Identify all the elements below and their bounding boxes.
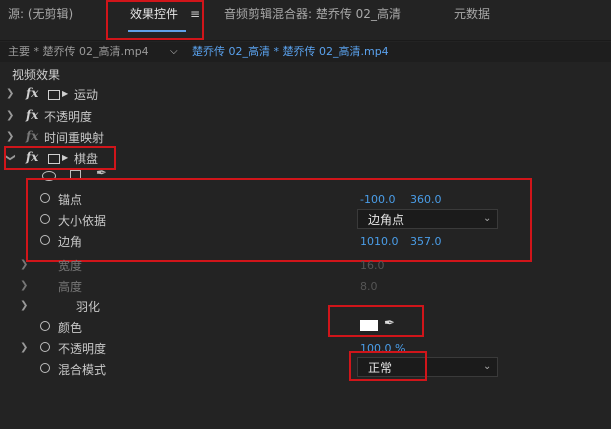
expand-arrow-icon[interactable]: ❯ xyxy=(20,259,28,270)
expand-arrow-icon[interactable]: ❯ xyxy=(6,88,14,99)
fx-toggle-icon[interactable]: fx xyxy=(26,108,38,122)
chevron-down-icon: ⌄ xyxy=(483,361,492,372)
prop-label-width: 宽度 xyxy=(58,259,83,273)
chevron-down-icon[interactable]: ⌵ xyxy=(170,42,178,62)
prop-label-height: 高度 xyxy=(58,280,83,294)
stopwatch-icon[interactable] xyxy=(40,363,50,373)
height-value: 8.0 xyxy=(360,280,378,293)
fx-toggle-icon[interactable]: fx xyxy=(26,86,38,100)
stopwatch-icon[interactable] xyxy=(40,342,50,352)
expand-arrow-icon[interactable]: ❯ xyxy=(20,280,28,291)
master-clip-label[interactable]: 主要 * 楚乔传 02_高清.mp4 xyxy=(8,42,149,62)
mask-rectangle-icon[interactable] xyxy=(48,90,60,100)
highlight-box-properties xyxy=(26,178,532,262)
width-value: 16.0 xyxy=(360,259,385,272)
effect-label-opacity: 不透明度 xyxy=(44,110,93,124)
section-title-video-effects: 视频效果 xyxy=(12,68,61,82)
prop-label-opacity: 不透明度 xyxy=(58,342,107,356)
expand-arrow-icon[interactable]: ❯ xyxy=(6,131,14,142)
expand-arrow-icon[interactable]: ❯ xyxy=(20,300,28,311)
prop-label-feather: 羽化 xyxy=(76,300,101,314)
tab-audio-clip-mixer[interactable]: 音频剪辑混合器: 楚乔传 02_高清 xyxy=(224,0,401,28)
effect-label-time-remap: 时间重映射 xyxy=(44,131,105,145)
highlight-box-blend-mode xyxy=(349,351,427,381)
expand-arrow-icon[interactable]: ❯ xyxy=(20,342,28,353)
tab-metadata[interactable]: 元数据 xyxy=(454,0,490,28)
expand-arrow-icon[interactable]: ❯ xyxy=(6,110,14,121)
sequence-clip-label[interactable]: 楚乔传 02_高清 * 楚乔传 02_高清.mp4 xyxy=(192,42,389,62)
fx-toggle-icon[interactable]: fx xyxy=(26,129,38,143)
prop-label-blend-mode: 混合模式 xyxy=(58,363,107,377)
effect-label-motion: 运动 xyxy=(74,88,99,102)
highlight-box-color xyxy=(328,305,424,337)
tab-source[interactable]: 源: (无剪辑) xyxy=(8,0,73,28)
play-triangle-icon: ▶ xyxy=(62,89,69,98)
stopwatch-icon[interactable] xyxy=(40,321,50,331)
prop-label-color: 颜色 xyxy=(58,321,83,335)
highlight-box-tab xyxy=(106,0,204,40)
